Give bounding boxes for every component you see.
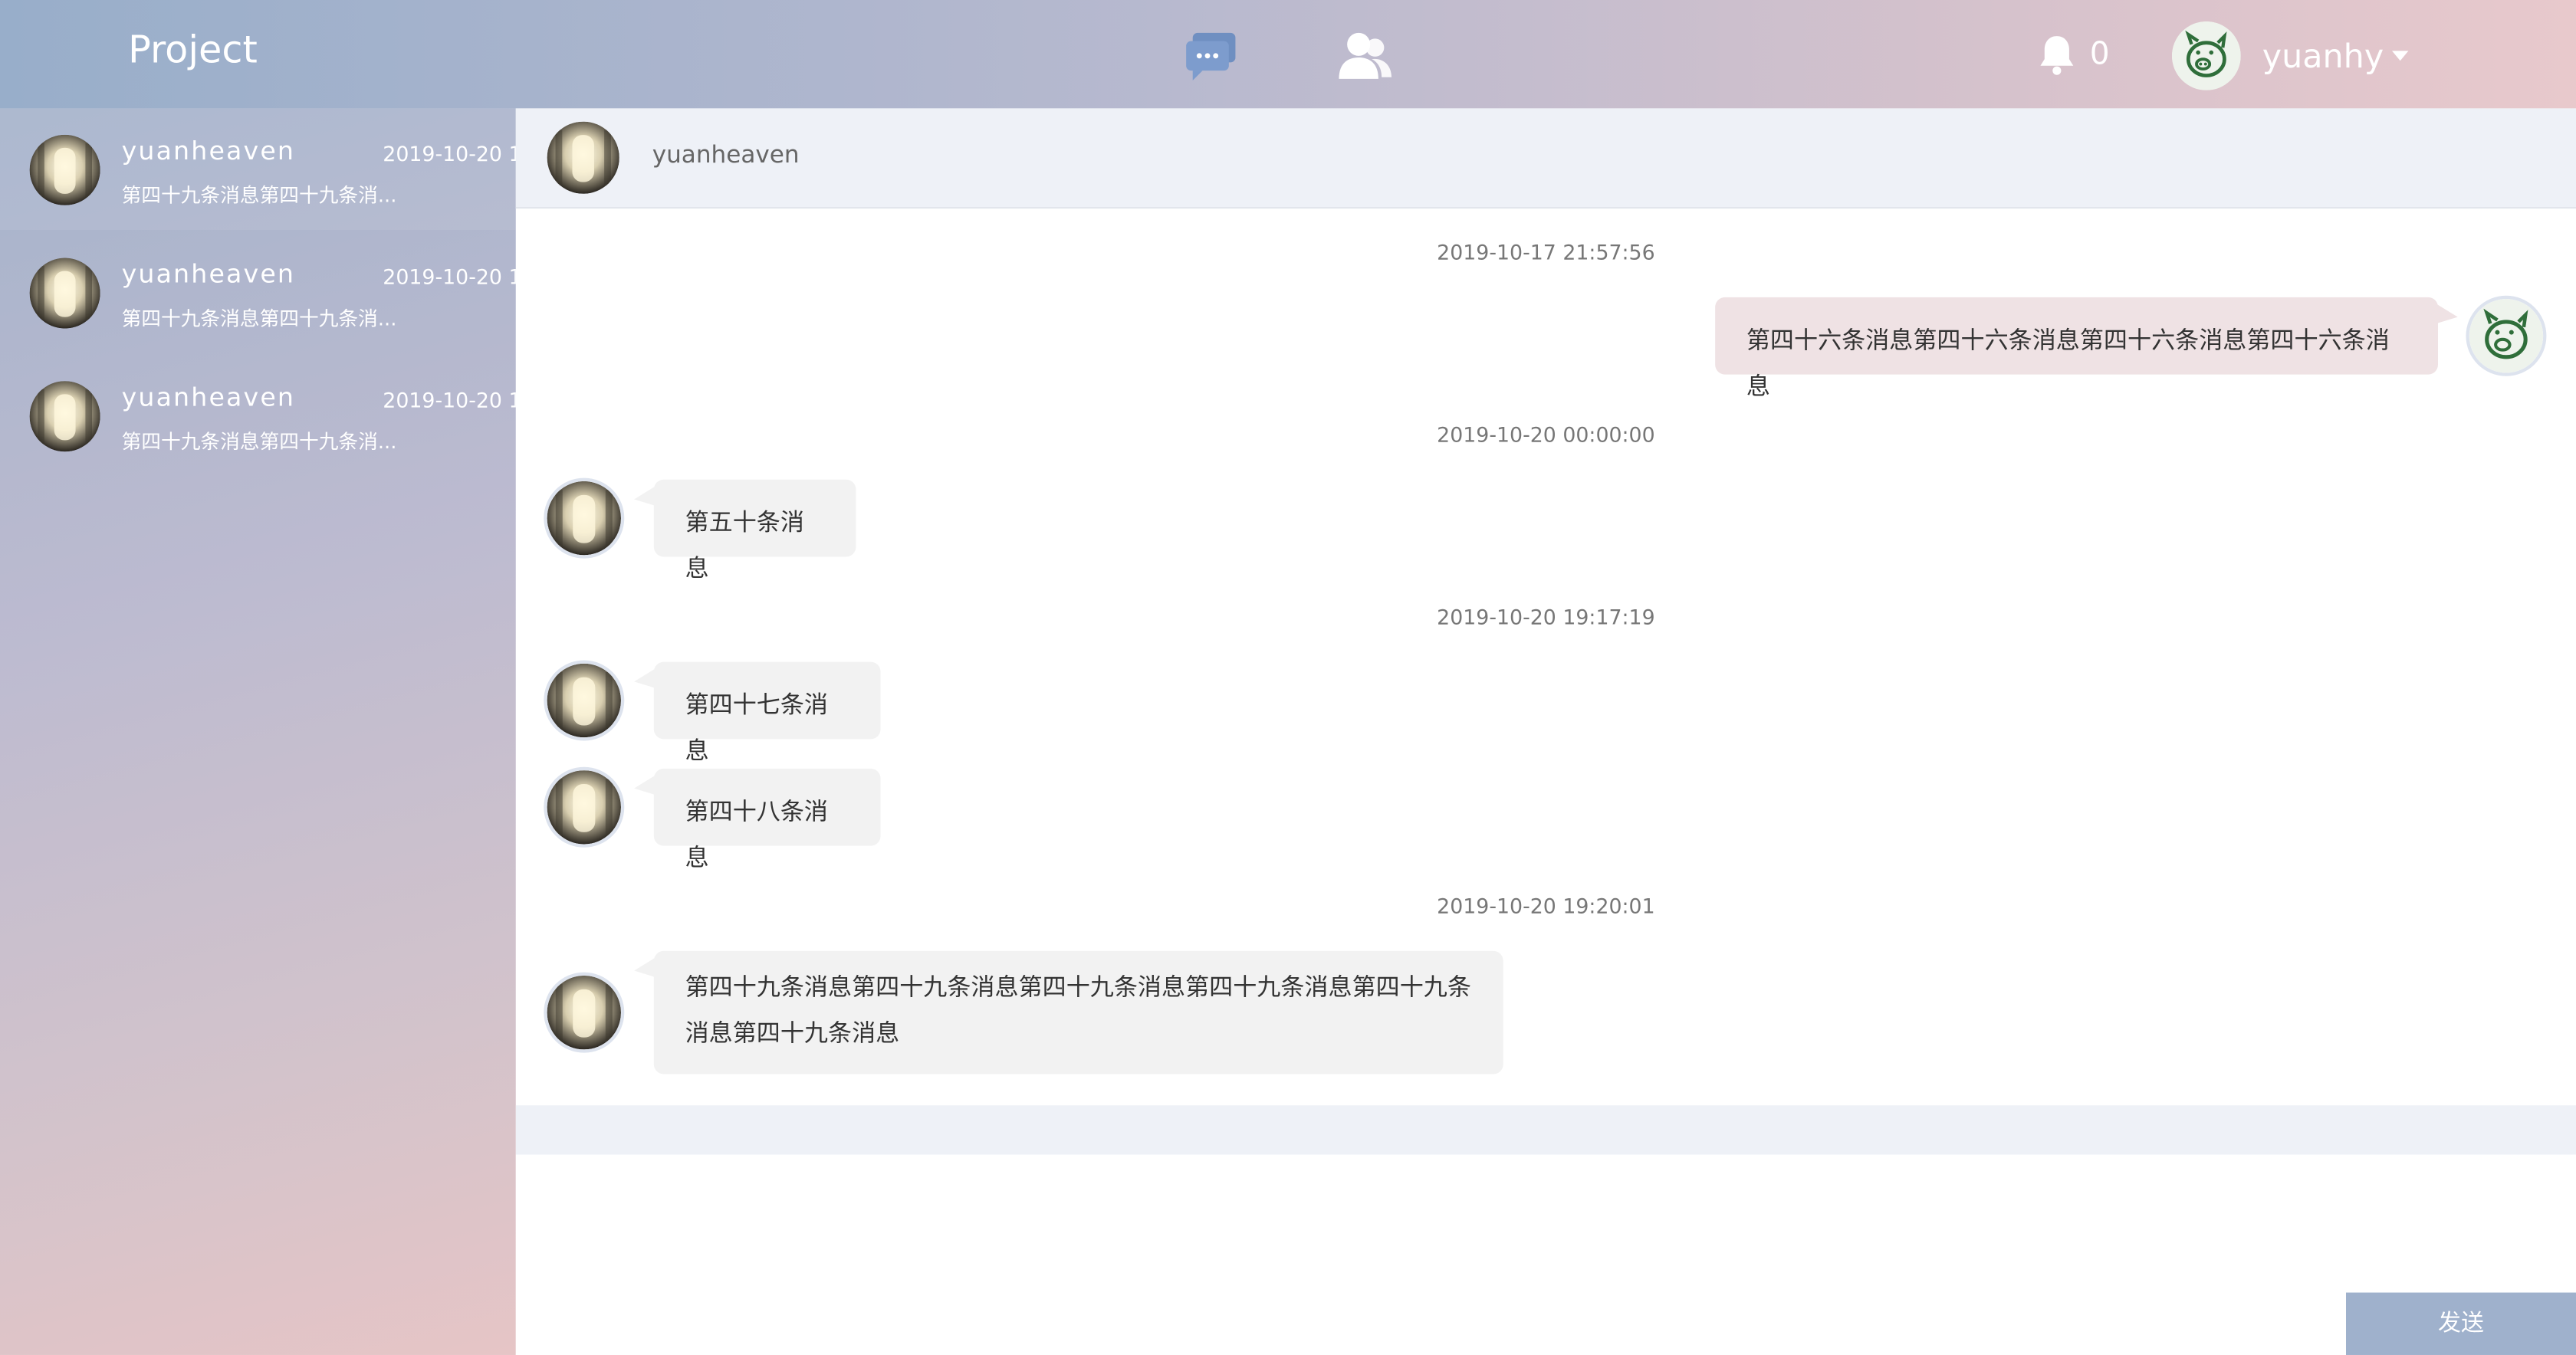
conversation-name: yuanheaven [121,136,296,166]
notification-count: 0 [2089,36,2110,73]
message-timestamp: 2019-10-20 00:00:00 [1437,422,1655,447]
conversation-preview: 第四十九条消息第四十九条消... [121,430,397,454]
conversation-date: 2019-10-20 1 [383,387,516,412]
users-icon [1339,32,1392,79]
contact-avatar [29,381,100,452]
conversation-preview: 第四十九条消息第四十九条消... [121,184,397,208]
contact-avatar [29,258,100,329]
contact-avatar [547,770,621,845]
conversation-name: yuanheaven [121,382,296,412]
chat-panel: yuanheaven 2019-10-17 21:57:56 第四十六条消息第四… [515,108,2576,1355]
pig-avatar-icon [2469,299,2544,373]
conversation-date: 2019-10-20 1 [383,141,516,166]
top-bar: Project 0 yuanhy [0,0,2576,109]
composer-toolbar [515,1105,2576,1155]
contact-avatar [547,481,621,556]
send-button[interactable]: 发送 [2346,1292,2576,1355]
self-avatar [2469,299,2544,373]
chat-icon [1186,32,1236,81]
conversation-sidebar: yuanheaven 2019-10-20 1 第四十九条消息第四十九条消...… [0,108,516,1355]
conversation-item[interactable]: yuanheaven 2019-10-20 1 第四十九条消息第四十九条消... [0,231,516,353]
message-timestamp: 2019-10-20 19:20:01 [1437,893,1655,918]
username-label[interactable]: yuanhy [2262,36,2384,75]
message-input[interactable] [515,1154,2576,1355]
user-avatar[interactable] [2171,21,2241,90]
contact-avatar [547,975,621,1050]
contact-avatar [29,134,100,205]
message-bubble-other: 第四十七条消息 [634,661,881,766]
chat-title: yuanheaven [652,143,800,169]
message-bubble-other: 第四十九条消息第四十九条消息第四十九条消息第四十九条消息第四十九条消息第四十九条… [634,950,1503,1074]
message-timestamp: 2019-10-20 19:17:19 [1437,604,1655,629]
chat-contact-avatar [547,121,619,194]
conversation-date: 2019-10-20 1 [383,264,516,290]
chevron-down-icon[interactable] [2392,51,2409,61]
message-bubble-self: 第四十六条消息第四十六条消息第四十六条消息第四十六条消息 [1715,297,2458,401]
message-timestamp: 2019-10-17 21:57:56 [1437,239,1655,265]
chat-nav-button[interactable] [1183,30,1236,83]
conversation-item[interactable]: yuanheaven 2019-10-20 1 第四十九条消息第四十九条消... [0,355,516,477]
chat-header: yuanheaven [515,108,2576,209]
conversation-name: yuanheaven [121,259,296,290]
message-bubble-other: 第四十八条消息 [634,768,881,872]
notification-button[interactable] [2037,33,2076,76]
conversation-item[interactable]: yuanheaven 2019-10-20 1 第四十九条消息第四十九条消... [0,108,516,231]
message-bubble-other: 第五十条消息 [634,479,856,583]
contacts-nav-button[interactable] [1336,30,1392,83]
conversation-preview: 第四十九条消息第四十九条消... [121,307,397,330]
contact-avatar [547,663,621,738]
pig-avatar-icon [2171,21,2241,90]
brand-title: Project [128,29,258,73]
bell-icon [2040,36,2074,75]
